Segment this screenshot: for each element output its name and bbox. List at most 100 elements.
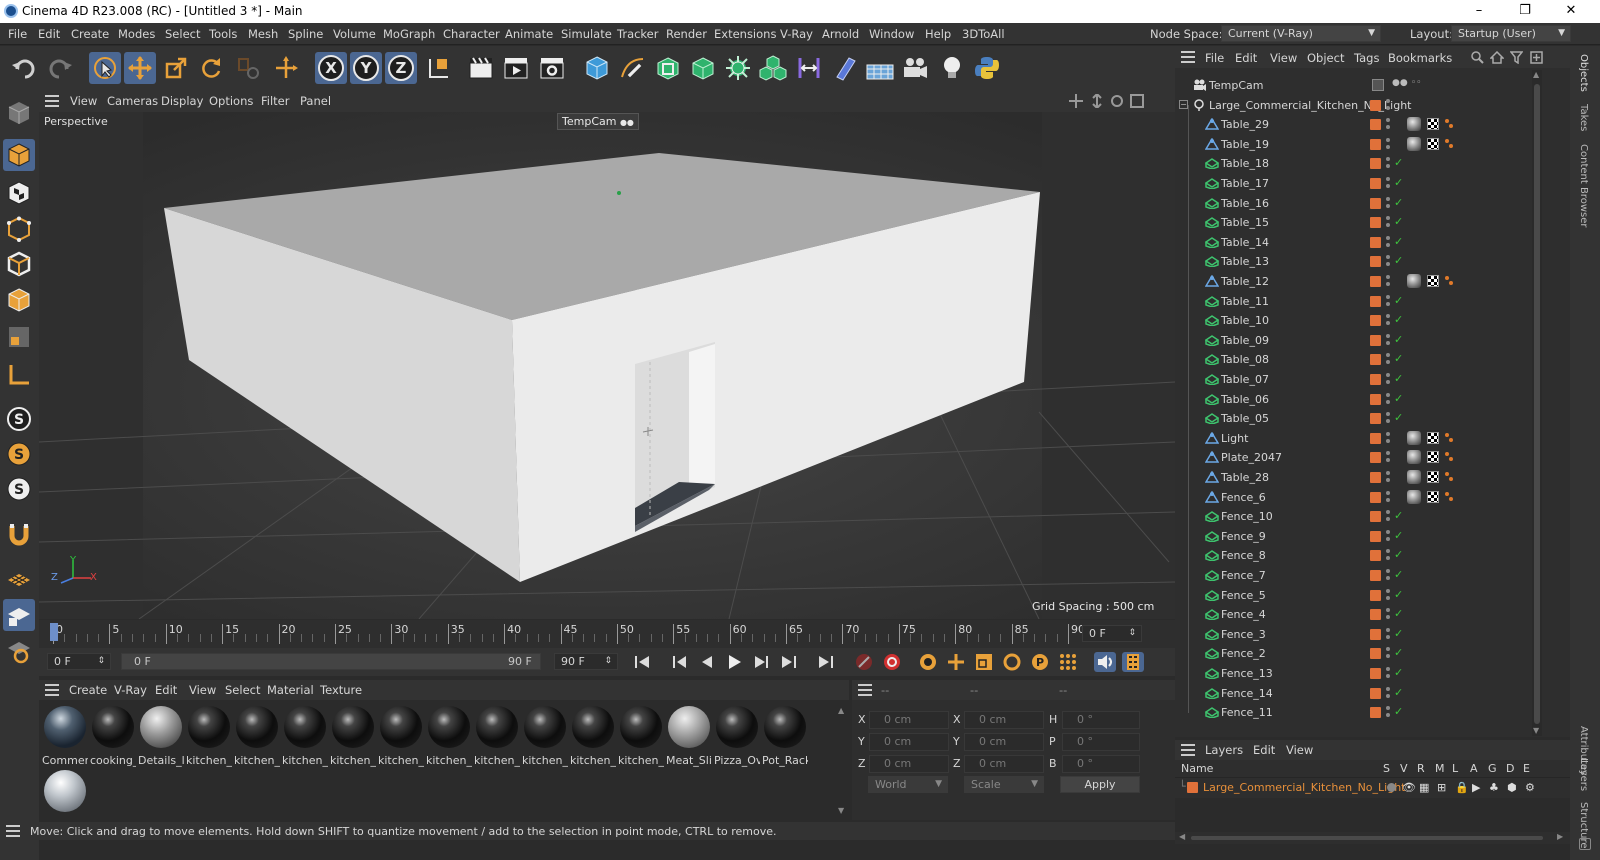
texture-tag-icon[interactable]: [1427, 118, 1439, 131]
visibility-dots-icon[interactable]: [1386, 471, 1390, 483]
visibility-dots-icon[interactable]: [1386, 314, 1390, 326]
material-swatch[interactable]: cooking_: [90, 706, 136, 768]
layer-color-swatch[interactable]: [1370, 491, 1381, 503]
object-menu-bookmarks[interactable]: Bookmarks: [1388, 51, 1452, 65]
eye-icon[interactable]: 👁: [1402, 781, 1416, 794]
enabled-check-icon[interactable]: ✓: [1394, 333, 1403, 346]
layer-color-swatch[interactable]: [1370, 687, 1381, 699]
object-name[interactable]: Fence_8: [1221, 549, 1266, 562]
play-button[interactable]: [723, 652, 745, 672]
material-tag-icon[interactable]: [1407, 430, 1421, 445]
layer-color-swatch[interactable]: [1370, 236, 1381, 248]
menu-3dtoall[interactable]: 3DToAll: [962, 27, 1005, 41]
object-row[interactable]: Fence_9 ✓: [1175, 516, 1570, 546]
object-name[interactable]: Table_18: [1221, 157, 1269, 170]
lock-icon[interactable]: 🔒: [1455, 781, 1469, 794]
render-icon[interactable]: ▦: [1419, 781, 1429, 794]
live-selection-button[interactable]: [89, 52, 121, 84]
point-mode-button[interactable]: [3, 213, 35, 245]
visibility-dots-icon[interactable]: [1386, 177, 1390, 189]
visibility-dots-icon[interactable]: [1386, 196, 1390, 209]
snap-button[interactable]: [3, 519, 35, 551]
display-tag-icon[interactable]: [1372, 79, 1384, 91]
visibility-dots-icon[interactable]: [1386, 353, 1390, 365]
object-menu-view[interactable]: View: [1270, 51, 1297, 65]
texture-tag-icon[interactable]: [1427, 490, 1439, 503]
hamburger-icon[interactable]: [45, 684, 59, 699]
axis-mode-button[interactable]: [3, 359, 35, 391]
size-field[interactable]: 0 cm: [964, 711, 1044, 729]
new-window-icon[interactable]: [1530, 51, 1543, 67]
layer-name[interactable]: Large_Commercial_Kitchen_No_Light: [1203, 781, 1406, 794]
menu-tools[interactable]: Tools: [209, 27, 237, 41]
enabled-check-icon[interactable]: ✓: [1394, 352, 1403, 365]
material-swatch[interactable]: kitchen_: [186, 706, 232, 768]
visibility-dots-icon[interactable]: [1386, 255, 1390, 267]
layer-color-swatch[interactable]: [1370, 119, 1381, 131]
viewport-menu-options[interactable]: Options: [209, 94, 253, 108]
position-field[interactable]: 0 cm: [869, 711, 949, 729]
go-to-start-button[interactable]: [631, 652, 653, 672]
object-row[interactable]: Fence_7 ✓: [1175, 556, 1570, 585]
object-name[interactable]: Table_07: [1221, 373, 1269, 386]
material-tag-icon[interactable]: [1407, 450, 1421, 465]
filter-icon[interactable]: [1509, 51, 1524, 67]
menu-vray[interactable]: V-Ray: [780, 27, 813, 41]
maximize-view-icon[interactable]: [1130, 94, 1144, 111]
menu-arnold[interactable]: Arnold: [822, 27, 859, 41]
enabled-check-icon[interactable]: ✓: [1394, 588, 1403, 601]
object-menu-file[interactable]: File: [1205, 51, 1224, 65]
object-name[interactable]: Fence_7: [1221, 569, 1266, 582]
generator-icon[interactable]: ♣: [1489, 781, 1499, 794]
x-axis-lock-button[interactable]: X: [315, 52, 347, 84]
object-name[interactable]: Fence_2: [1221, 647, 1266, 660]
layer-color-swatch[interactable]: [1370, 550, 1381, 562]
viewport-menu-panel[interactable]: Panel: [300, 94, 331, 108]
maximize-button[interactable]: ❐: [1502, 0, 1548, 23]
enabled-check-icon[interactable]: ✓: [1394, 235, 1403, 248]
y-axis-lock-button[interactable]: Y: [350, 52, 382, 84]
hamburger-icon[interactable]: [45, 95, 59, 110]
hamburger-icon[interactable]: [858, 684, 872, 699]
material-swatch[interactable]: kitchen_: [522, 706, 568, 768]
previous-frame-button[interactable]: [695, 652, 717, 672]
object-row[interactable]: Table_16 ✓: [1175, 183, 1570, 213]
enabled-check-icon[interactable]: ✓: [1394, 646, 1403, 659]
object-name[interactable]: TempCam: [1209, 79, 1263, 92]
layer-color-swatch[interactable]: [1370, 374, 1381, 385]
workplane-lock-button[interactable]: [3, 599, 35, 631]
manager-icon[interactable]: ⊞: [1437, 781, 1446, 794]
object-menu-object[interactable]: Object: [1307, 51, 1344, 65]
visibility-dots-icon[interactable]: [1386, 569, 1390, 581]
object-name[interactable]: Fence_14: [1221, 687, 1273, 700]
layer-color-swatch[interactable]: [1370, 334, 1381, 346]
enabled-check-icon[interactable]: ✓: [1394, 215, 1403, 228]
visibility-dots-icon[interactable]: [1386, 333, 1390, 346]
object-name[interactable]: Table_28: [1221, 471, 1269, 484]
object-row[interactable]: Fence_8 ✓: [1175, 536, 1570, 565]
key-scale-button[interactable]: [973, 652, 995, 672]
object-name[interactable]: Large_Commercial_Kitchen_No_Light: [1209, 99, 1412, 112]
object-name[interactable]: Table_05: [1221, 412, 1269, 425]
protection-tag-icon[interactable]: ●●: [1392, 78, 1408, 88]
material-swatch[interactable]: kitchen_: [234, 706, 280, 768]
z-axis-lock-button[interactable]: Z: [385, 52, 417, 84]
redo-button[interactable]: [44, 52, 76, 84]
menu-mesh[interactable]: Mesh: [248, 27, 278, 41]
object-name[interactable]: Fence_5: [1221, 589, 1266, 602]
layer-color-swatch[interactable]: [1370, 138, 1381, 150]
visibility-dots-icon[interactable]: [1386, 216, 1390, 228]
active-camera-label[interactable]: TempCam ●●: [557, 113, 639, 130]
object-name[interactable]: Table_29: [1221, 118, 1269, 131]
enabled-check-icon[interactable]: ✓: [1394, 411, 1403, 424]
render-settings-button[interactable]: [536, 52, 568, 84]
key-pla-button[interactable]: [1057, 652, 1079, 672]
enabled-check-icon[interactable]: ✓: [1394, 666, 1403, 679]
texture-tag-icon[interactable]: [1427, 137, 1439, 150]
preview-range-slider[interactable]: 0 F 90 F: [121, 653, 541, 670]
material-swatch[interactable]: kitchen_: [282, 706, 328, 768]
enabled-check-icon[interactable]: ✓: [1394, 254, 1403, 267]
camera-button[interactable]: [899, 52, 931, 84]
object-row[interactable]: Table_14 ✓: [1175, 222, 1570, 252]
object-row[interactable]: Table_11 ✓: [1175, 281, 1570, 311]
